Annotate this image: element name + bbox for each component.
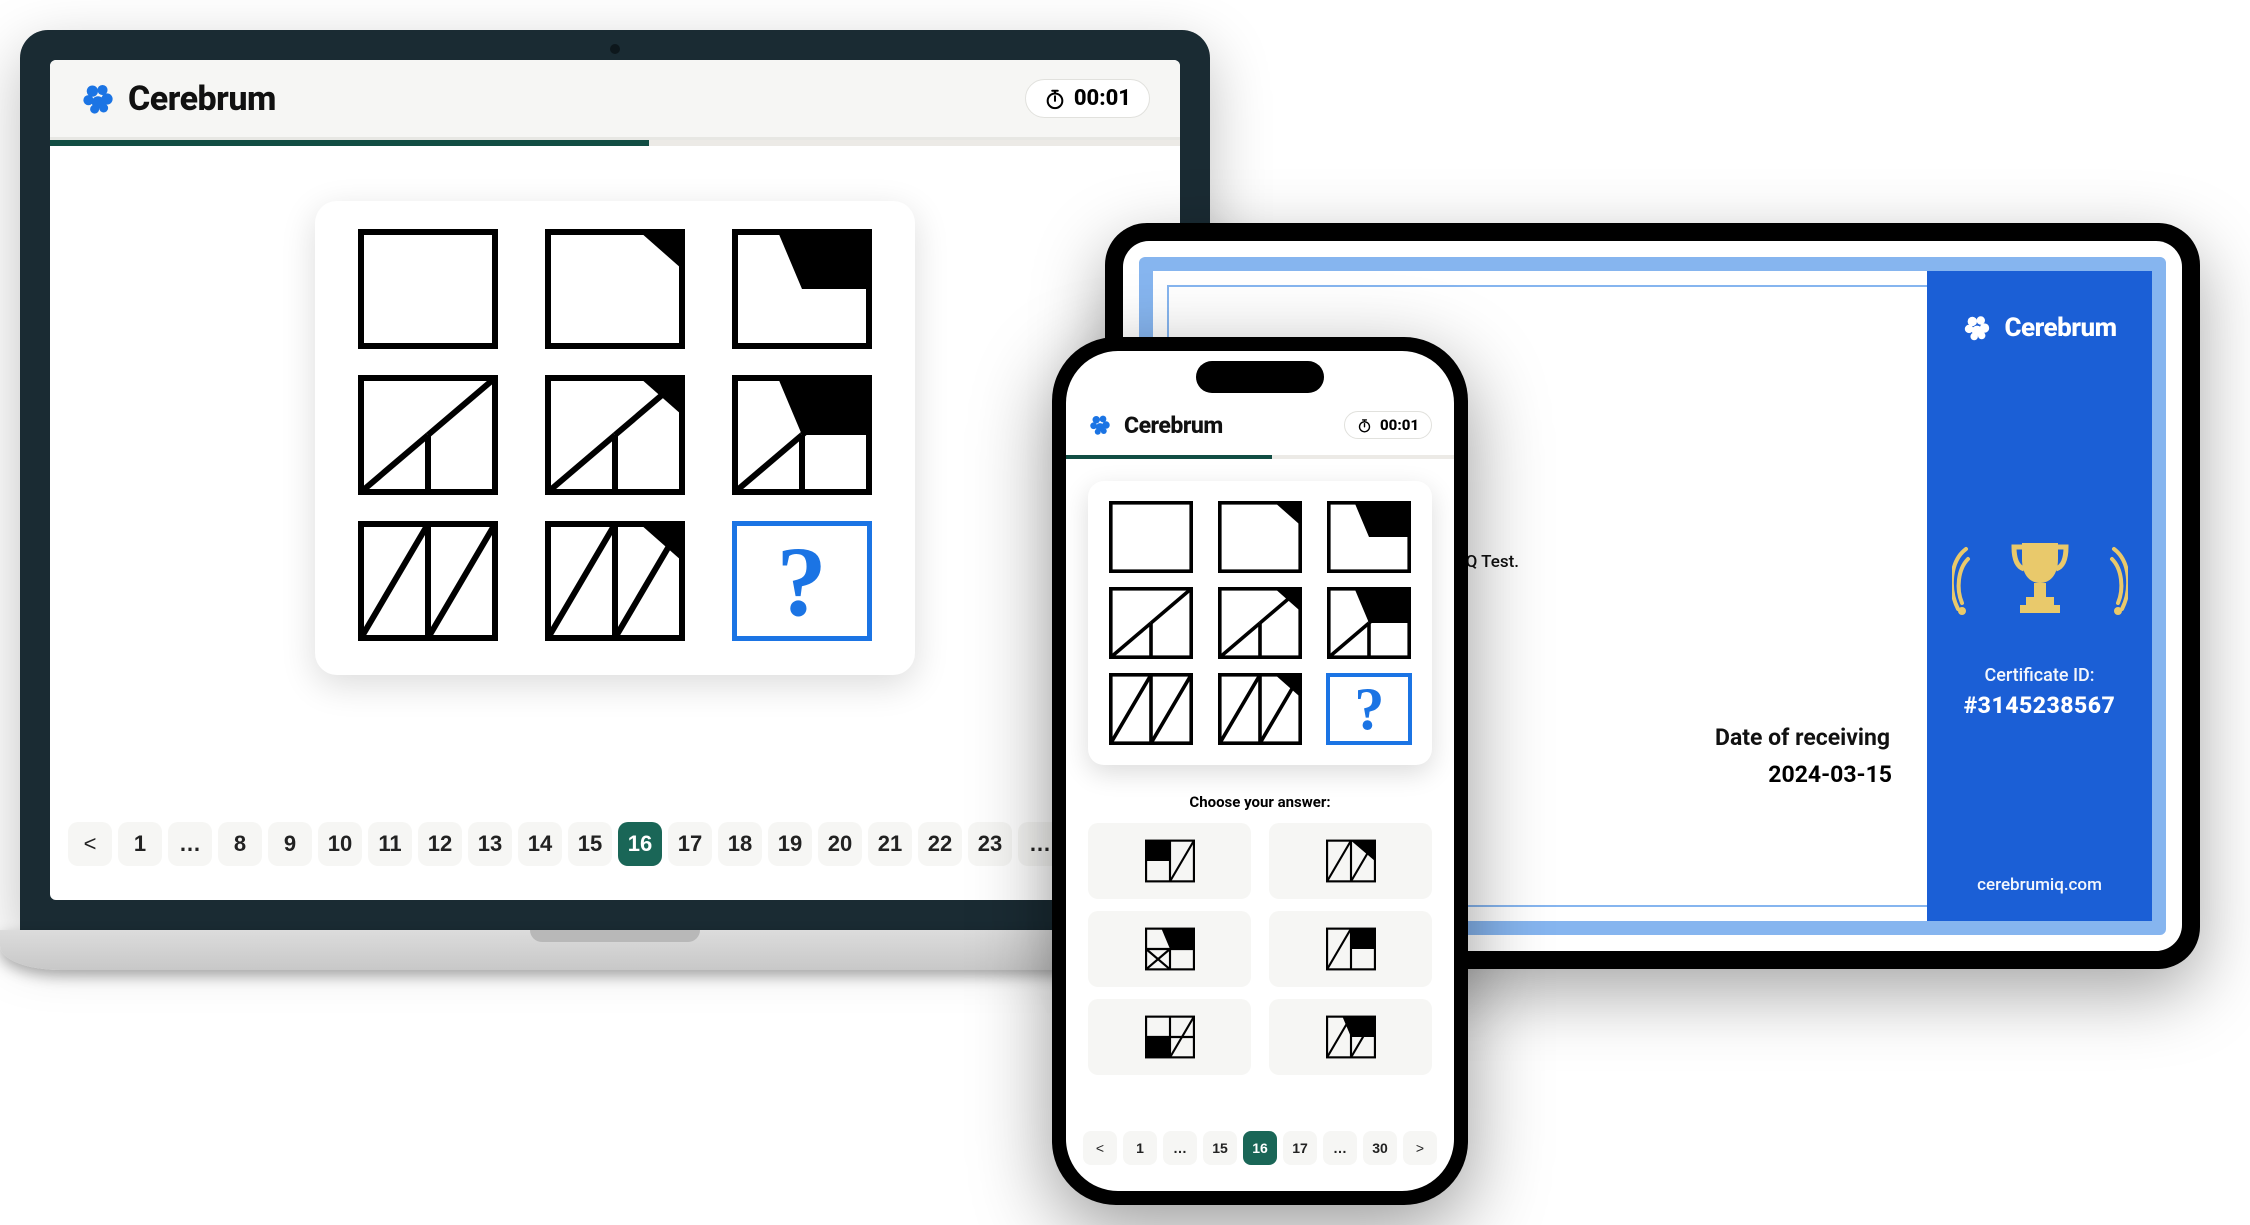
puzzle-cell-1-2 xyxy=(545,229,685,349)
trophy-icon xyxy=(1952,533,2128,623)
puzzle-cell-1-1 xyxy=(1108,501,1194,573)
brand-name: Cerebrum xyxy=(2004,313,2116,343)
certificate-sidebar: Cerebrum Certificate ID: #3145238567 cer… xyxy=(1927,271,2152,921)
phone-screen: Cerebrum 00:01 xyxy=(1066,351,1454,1191)
phone-device: Cerebrum 00:01 xyxy=(1052,337,1468,1205)
pager-page-16[interactable]: 16 xyxy=(618,822,662,866)
pager-page-9[interactable]: 9 xyxy=(268,822,312,866)
pager-next-button[interactable]: > xyxy=(1403,1131,1437,1165)
answer-option-5[interactable] xyxy=(1088,999,1251,1075)
brand-name: Cerebrum xyxy=(1124,412,1223,439)
answer-option-3[interactable] xyxy=(1088,911,1251,987)
phone-notch xyxy=(1196,361,1324,393)
puzzle-cell-3-3-unknown: ? xyxy=(732,521,872,641)
choose-label: Choose your answer: xyxy=(1066,793,1454,811)
answer-option-2[interactable] xyxy=(1269,823,1432,899)
pager-page-1[interactable]: 1 xyxy=(118,822,162,866)
pagination: <1…151617…30> xyxy=(1066,1113,1454,1191)
pager-page-15[interactable]: 15 xyxy=(568,822,612,866)
certificate-site: cerebrumiq.com xyxy=(1977,875,2102,895)
pager-page-1[interactable]: 1 xyxy=(1123,1131,1157,1165)
pager-page-11[interactable]: 11 xyxy=(368,822,412,866)
pager-prev-button[interactable]: < xyxy=(1083,1131,1117,1165)
puzzle-cell-2-3 xyxy=(1326,587,1412,659)
puzzle-card: ? xyxy=(315,201,915,675)
phone-bezel: Cerebrum 00:01 xyxy=(1052,337,1468,1205)
brain-icon xyxy=(1962,313,1992,343)
laptop-bezel: Cerebrum 00:01 xyxy=(20,30,1210,930)
pager-page-21[interactable]: 21 xyxy=(868,822,912,866)
pager-page-10[interactable]: 10 xyxy=(318,822,362,866)
puzzle-cell-2-2 xyxy=(1217,587,1303,659)
stopwatch-icon xyxy=(1044,88,1066,110)
progress-bar xyxy=(50,140,1180,146)
question-mark-icon: ? xyxy=(1354,675,1384,744)
pager-page-16[interactable]: 16 xyxy=(1243,1131,1277,1165)
timer: 00:01 xyxy=(1025,79,1150,118)
app-header: Cerebrum 00:01 xyxy=(50,60,1180,140)
puzzle-cell-1-1 xyxy=(358,229,498,349)
camera-icon xyxy=(610,44,620,54)
brand-logo: Cerebrum xyxy=(1088,412,1223,439)
answer-grid xyxy=(1088,823,1432,1075)
phone-header: Cerebrum 00:01 xyxy=(1066,395,1454,455)
puzzle-cell-2-1 xyxy=(1108,587,1194,659)
brand-logo: Cerebrum xyxy=(80,79,276,119)
progress-fill xyxy=(50,140,649,146)
answer-option-4[interactable] xyxy=(1269,911,1432,987)
puzzle-cell-1-3 xyxy=(1326,501,1412,573)
laptop-device: Cerebrum 00:01 xyxy=(20,30,1210,970)
puzzle-cell-3-1 xyxy=(1108,673,1194,745)
pager-page-14[interactable]: 14 xyxy=(518,822,562,866)
puzzle-cell-3-2 xyxy=(1217,673,1303,745)
progress-bar xyxy=(1066,455,1454,459)
puzzle-grid: ? xyxy=(355,229,875,641)
pager-page-12[interactable]: 12 xyxy=(418,822,462,866)
puzzle-cell-3-2 xyxy=(545,521,685,641)
pager-page-13[interactable]: 13 xyxy=(468,822,512,866)
puzzle-cell-2-3 xyxy=(732,375,872,495)
timer-value: 00:01 xyxy=(1380,416,1419,434)
puzzle-cell-3-3-unknown: ? xyxy=(1326,673,1412,745)
pager-page-20[interactable]: 20 xyxy=(818,822,862,866)
pager-page-30[interactable]: 30 xyxy=(1363,1131,1397,1165)
timer-value: 00:01 xyxy=(1074,86,1131,111)
timer: 00:01 xyxy=(1344,411,1432,439)
laptop-screen: Cerebrum 00:01 xyxy=(50,60,1180,900)
brain-icon xyxy=(1088,413,1112,437)
pager-page-17[interactable]: 17 xyxy=(668,822,712,866)
puzzle-card: ? xyxy=(1088,481,1432,765)
pager-ellipsis: … xyxy=(168,822,212,866)
pager-page-18[interactable]: 18 xyxy=(718,822,762,866)
puzzle-grid: ? xyxy=(1106,501,1414,745)
certificate-id: #3145238567 xyxy=(1964,692,2116,719)
question-mark-icon: ? xyxy=(777,524,827,639)
puzzle-cell-1-3 xyxy=(732,229,872,349)
puzzle-cell-1-2 xyxy=(1217,501,1303,573)
answer-option-1[interactable] xyxy=(1088,823,1251,899)
pager-prev-button[interactable]: < xyxy=(68,822,112,866)
pagination: <1…891011121314151617181920212223…30> xyxy=(50,796,1180,900)
pager-ellipsis: … xyxy=(1163,1131,1197,1165)
pager-page-17[interactable]: 17 xyxy=(1283,1131,1317,1165)
brain-icon xyxy=(80,81,116,117)
pager-page-23[interactable]: 23 xyxy=(968,822,1012,866)
laptop-base xyxy=(0,930,1230,970)
puzzle-cell-2-1 xyxy=(358,375,498,495)
progress-fill xyxy=(1066,455,1272,459)
pager-page-22[interactable]: 22 xyxy=(918,822,962,866)
answer-option-6[interactable] xyxy=(1269,999,1432,1075)
pager-ellipsis: … xyxy=(1323,1131,1357,1165)
puzzle-cell-2-2 xyxy=(545,375,685,495)
brand-name: Cerebrum xyxy=(128,79,276,119)
certificate-brand: Cerebrum xyxy=(1962,313,2116,343)
pager-page-15[interactable]: 15 xyxy=(1203,1131,1237,1165)
pager-page-8[interactable]: 8 xyxy=(218,822,262,866)
stopwatch-icon xyxy=(1357,418,1372,433)
puzzle-cell-3-1 xyxy=(358,521,498,641)
pager-page-19[interactable]: 19 xyxy=(768,822,812,866)
certificate-id-label: Certificate ID: xyxy=(1984,665,2094,686)
